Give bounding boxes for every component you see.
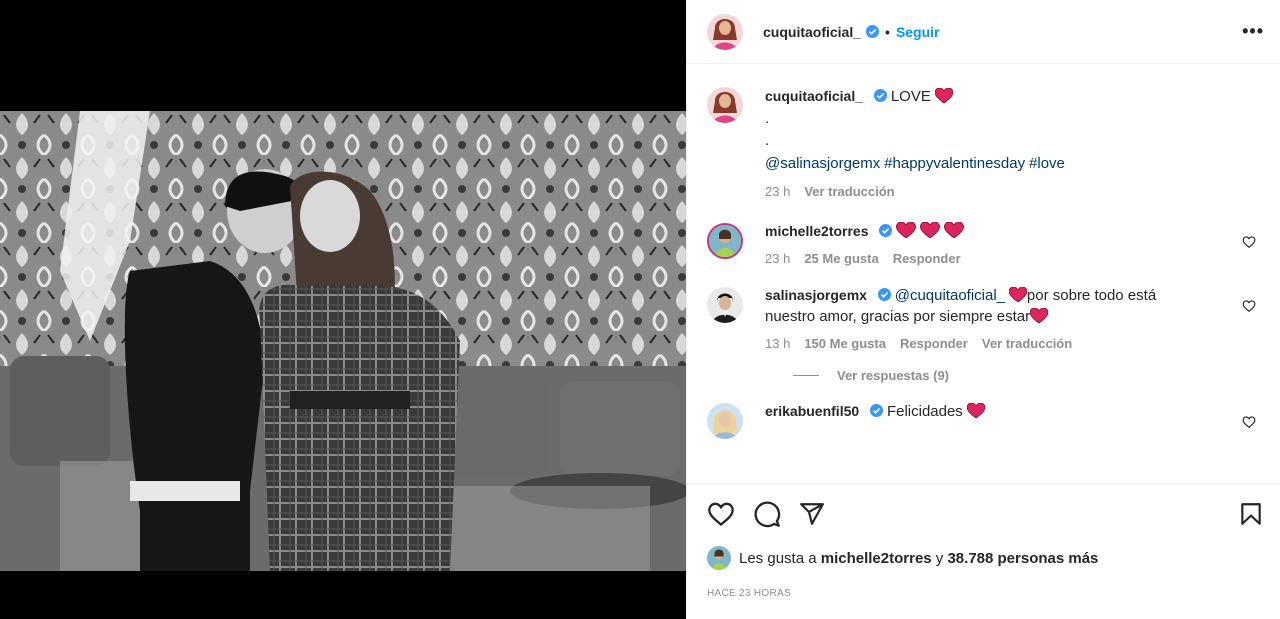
comment-text: por sobre todo está bbox=[1026, 287, 1157, 304]
photo-image bbox=[0, 111, 686, 571]
author-avatar[interactable] bbox=[707, 13, 743, 50]
red-heart-emoji-icon bbox=[1030, 308, 1049, 324]
comment-item: erikabuenfil50 Felicidades bbox=[707, 401, 1264, 439]
caption-line-3: . bbox=[765, 132, 770, 149]
comment-username[interactable]: erikabuenfil50 bbox=[765, 403, 859, 419]
caption-avatar[interactable] bbox=[707, 87, 743, 123]
comment-time[interactable]: 13 h bbox=[765, 333, 790, 354]
verified-badge-icon bbox=[866, 25, 880, 38]
caption-username[interactable]: cuquitaoficial_ bbox=[765, 88, 863, 104]
caption: cuquitaoficial_ LOVE . . @salinasjorgemx… bbox=[707, 85, 1264, 203]
liker-avatar[interactable] bbox=[707, 546, 731, 570]
view-replies-button[interactable]: Ver respuestas (9) bbox=[793, 368, 1264, 383]
commenter-avatar[interactable] bbox=[707, 403, 743, 439]
comment-time[interactable]: 23 h bbox=[765, 248, 790, 269]
comment-text: Felicidades bbox=[886, 403, 963, 420]
comment-icon[interactable] bbox=[753, 500, 781, 528]
red-heart-emoji-icon bbox=[944, 222, 965, 239]
verified-badge-icon bbox=[877, 288, 891, 301]
red-heart-emoji-icon bbox=[920, 222, 941, 239]
post-timestamp[interactable]: HACE 23 HORAS bbox=[707, 588, 1264, 599]
action-bar bbox=[707, 498, 1264, 530]
bookmark-icon[interactable] bbox=[1238, 500, 1264, 528]
red-heart-emoji-icon bbox=[966, 403, 985, 419]
red-heart-emoji-icon bbox=[896, 222, 917, 239]
heart-icon[interactable] bbox=[707, 500, 735, 528]
red-heart-emoji-icon bbox=[934, 88, 953, 104]
post-media[interactable] bbox=[0, 0, 686, 619]
likes-joiner: y bbox=[935, 549, 944, 567]
post-photo[interactable] bbox=[0, 111, 686, 571]
comments-list[interactable]: cuquitaoficial_ LOVE . . @salinasjorgemx… bbox=[687, 65, 1280, 483]
translate-link[interactable]: Ver traducción bbox=[982, 333, 1072, 354]
verified-badge-icon bbox=[873, 89, 887, 102]
post-actions: Les gusta a michelle2torres y 38.788 per… bbox=[687, 483, 1280, 599]
liker-username[interactable]: michelle2torres bbox=[821, 550, 932, 567]
post-header: cuquitaoficial_ • Seguir ••• bbox=[687, 0, 1280, 64]
hashtag-link[interactable]: #happyvalentinesday bbox=[884, 155, 1025, 172]
view-replies-label[interactable]: Ver respuestas (9) bbox=[837, 368, 949, 383]
commenter-avatar[interactable] bbox=[707, 223, 743, 259]
likes-prefix: Les gusta a bbox=[739, 549, 817, 567]
follow-button[interactable]: Seguir bbox=[896, 24, 940, 40]
likes-summary: Les gusta a michelle2torres y 38.788 per… bbox=[707, 546, 1264, 570]
comment-username[interactable]: michelle2torres bbox=[765, 223, 869, 239]
red-heart-emoji-icon bbox=[1008, 287, 1027, 303]
comment-item: salinasjorgemx @cuquitaoficial_ por sobr… bbox=[707, 285, 1264, 354]
commenter-avatar[interactable] bbox=[707, 287, 743, 323]
share-icon[interactable] bbox=[799, 501, 825, 527]
like-comment-heart-icon[interactable] bbox=[1242, 415, 1256, 429]
caption-line-2: . bbox=[765, 110, 770, 127]
caption-time[interactable]: 23 h bbox=[765, 181, 790, 203]
reply-button[interactable]: Responder bbox=[900, 333, 968, 354]
like-comment-heart-icon[interactable] bbox=[1242, 299, 1256, 313]
hashtag-link[interactable]: #love bbox=[1029, 155, 1065, 172]
author-username[interactable]: cuquitaoficial_ bbox=[763, 24, 861, 40]
more-options-icon[interactable]: ••• bbox=[1242, 21, 1264, 42]
replies-divider bbox=[793, 375, 819, 376]
post-panel: cuquitaoficial_ • Seguir ••• cuquitaofic… bbox=[686, 0, 1280, 619]
mention-link[interactable]: @cuquitaoficial_ bbox=[895, 287, 1005, 304]
verified-badge-icon bbox=[870, 404, 884, 417]
comment-item: michelle2torres 23 h 25 Me gusta Respond… bbox=[707, 221, 1264, 269]
comment-text: nuestro amor, gracias por siempre estar bbox=[765, 308, 1031, 325]
comment-likes[interactable]: 150 Me gusta bbox=[804, 333, 886, 354]
like-comment-heart-icon[interactable] bbox=[1242, 235, 1256, 249]
verified-badge-icon bbox=[879, 224, 893, 237]
translate-link[interactable]: Ver traducción bbox=[804, 181, 894, 203]
comment-likes[interactable]: 25 Me gusta bbox=[804, 248, 878, 269]
comment-username[interactable]: salinasjorgemx bbox=[765, 287, 867, 303]
reply-button[interactable]: Responder bbox=[893, 248, 961, 269]
separator-dot: • bbox=[885, 23, 890, 40]
mention-link[interactable]: @salinasjorgemx bbox=[765, 155, 880, 172]
likes-count[interactable]: 38.788 personas más bbox=[947, 550, 1098, 567]
caption-text: LOVE bbox=[890, 88, 931, 105]
